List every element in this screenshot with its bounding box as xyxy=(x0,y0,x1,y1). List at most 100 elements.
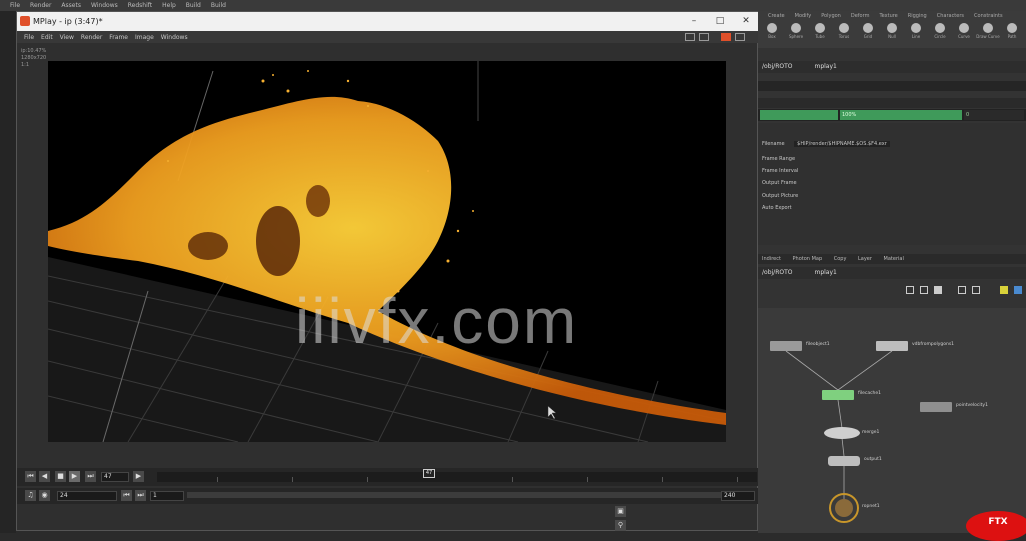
range-end-field[interactable]: 240 xyxy=(721,491,755,501)
shelf-tab[interactable]: Polygon xyxy=(821,13,841,20)
parm-row[interactable]: Frame Range xyxy=(762,156,795,162)
host-menu-item[interactable]: Assets xyxy=(61,2,81,9)
houdini-right-panel: Create Modify Polygon Deform Texture Rig… xyxy=(758,11,1026,533)
parm-row[interactable]: Output Frame xyxy=(762,180,797,186)
network-bar-item[interactable]: Material xyxy=(884,256,904,262)
timeline-bar: ⏮ ◀ ■ ▶ ⏭ 47 ▶ 47 xyxy=(17,468,759,486)
menu-view[interactable]: View xyxy=(60,34,74,41)
tool-icon[interactable] xyxy=(934,286,942,294)
host-menu-item[interactable]: Render xyxy=(30,2,51,9)
jump-end-icon[interactable]: ⏭ xyxy=(85,471,96,482)
range-slider[interactable] xyxy=(187,492,721,498)
node-selected[interactable] xyxy=(822,390,854,400)
shelf-tab[interactable]: Characters xyxy=(937,13,964,20)
realtime-icon[interactable]: ◉ xyxy=(39,490,50,501)
node[interactable] xyxy=(824,427,860,439)
shelf-tab[interactable]: Rigging xyxy=(908,13,927,20)
menu-file[interactable]: File xyxy=(24,34,34,41)
step-field-icon[interactable]: ▶ xyxy=(133,471,144,482)
fps-field[interactable]: 24 xyxy=(57,491,117,501)
menu-render[interactable]: Render xyxy=(81,34,102,41)
host-menubar: File Render Assets Windows Redshift Help… xyxy=(0,0,1026,11)
node-label: pointvelocity1 xyxy=(956,403,988,408)
shelf-tool-circle[interactable]: Circle xyxy=(928,23,952,39)
shelf-tool-path[interactable]: Path xyxy=(1000,23,1024,39)
shelf-tab[interactable]: Create xyxy=(768,13,785,20)
node[interactable] xyxy=(876,341,908,351)
menu-windows[interactable]: Windows xyxy=(161,34,188,41)
curve-icon xyxy=(959,23,969,33)
node[interactable] xyxy=(828,456,860,466)
node[interactable] xyxy=(920,402,952,412)
range-start-field[interactable]: 1 xyxy=(150,491,184,501)
filename-field[interactable]: $HIP/render/$HIPNAME.$OS.$F4.exr xyxy=(794,141,890,147)
fit-view-icon[interactable] xyxy=(685,33,695,41)
shelf-tool-tube[interactable]: Tube xyxy=(808,23,832,39)
play-icon[interactable]: ▶ xyxy=(69,471,80,482)
host-menu-item[interactable]: Redshift xyxy=(128,2,152,9)
parm-row[interactable]: Auto Export xyxy=(762,205,792,211)
menu-image[interactable]: Image xyxy=(135,34,154,41)
menu-edit[interactable]: Edit xyxy=(41,34,53,41)
lock-icon[interactable]: ▣ xyxy=(615,506,626,517)
parm-path-bar[interactable]: /obj/ROTO mplay1 xyxy=(758,61,1026,73)
tool-icon[interactable] xyxy=(958,286,966,294)
maximize-icon[interactable]: □ xyxy=(713,15,727,28)
menu-frame[interactable]: Frame xyxy=(109,34,128,41)
host-menu-item[interactable]: Build xyxy=(186,2,201,9)
watermark: iiivfx.com xyxy=(295,285,579,357)
host-menu-item[interactable]: Help xyxy=(162,2,176,9)
shelf-tool-box[interactable]: Box xyxy=(760,23,784,39)
shelf-tab[interactable]: Texture xyxy=(879,13,897,20)
node-label: filecache1 xyxy=(858,391,882,396)
parm-row[interactable]: Output Picture xyxy=(762,193,798,199)
shelf-tool-null[interactable]: Null xyxy=(880,23,904,39)
tool-icon[interactable] xyxy=(906,286,914,294)
stop-icon[interactable]: ■ xyxy=(55,471,66,482)
shelf-tool-draw-curve[interactable]: Draw Curve xyxy=(976,23,1000,39)
range-next-icon[interactable]: ⏭ xyxy=(135,490,146,501)
jump-start-icon[interactable]: ⏮ xyxy=(25,471,36,482)
ftx-logo: FTX xyxy=(966,511,1026,541)
range-prev-icon[interactable]: ⏮ xyxy=(121,490,132,501)
shelf-tab[interactable]: Modify xyxy=(795,13,812,20)
close-icon[interactable]: ✕ xyxy=(739,15,753,28)
parm-row[interactable]: Frame Interval xyxy=(762,168,798,174)
shelf-tool-sphere[interactable]: Sphere xyxy=(784,23,808,39)
network-bar-item[interactable]: Indirect xyxy=(762,256,781,262)
network-bar-item[interactable]: Layer xyxy=(858,256,872,262)
timeline-track[interactable] xyxy=(157,472,757,482)
step-back-icon[interactable]: ◀ xyxy=(39,471,50,482)
network-editor[interactable]: fileobject1 vdbfrompolygons1 filecache1 … xyxy=(758,308,1026,533)
tool-icon[interactable] xyxy=(1014,286,1022,294)
shelf-tool-curve[interactable]: Curve xyxy=(952,23,976,39)
settings-icon[interactable] xyxy=(735,33,745,41)
node[interactable] xyxy=(770,341,802,351)
render-stop-icon[interactable] xyxy=(721,33,731,41)
tool-icon[interactable] xyxy=(972,286,980,294)
host-menu-item[interactable]: File xyxy=(10,2,20,9)
network-bar-item[interactable]: Photon Map xyxy=(793,256,823,262)
parm-list: Filename $HIP/render/$HIPNAME.$OS.$F4.ex… xyxy=(758,123,1026,245)
render-viewport[interactable] xyxy=(48,61,726,442)
shelf-tab[interactable]: Constraints xyxy=(974,13,1003,20)
shelf-tool-line[interactable]: Line xyxy=(904,23,928,39)
mplay-titlebar[interactable]: MPlay - ip (3:47)* – □ ✕ xyxy=(17,12,759,31)
minimize-icon[interactable]: – xyxy=(687,15,701,28)
shelf-tool-torus[interactable]: Torus xyxy=(832,23,856,39)
network-bar-item[interactable]: Copy xyxy=(834,256,847,262)
shelf-tool-grid[interactable]: Grid xyxy=(856,23,880,39)
tool-icon[interactable] xyxy=(1000,286,1008,294)
audio-icon[interactable]: ♫ xyxy=(25,490,36,501)
timeline-cursor[interactable]: 47 xyxy=(423,469,435,478)
grid-icon xyxy=(863,23,873,33)
network-path-bar[interactable]: /obj/ROTO mplay1 xyxy=(758,267,1026,279)
filename-row[interactable]: Filename $HIP/render/$HIPNAME.$OS.$F4.ex… xyxy=(762,141,890,147)
host-menu-item[interactable]: Windows xyxy=(91,2,118,9)
tool-icon[interactable] xyxy=(920,286,928,294)
host-menu-item[interactable]: Build xyxy=(211,2,226,9)
snapshot-icon[interactable] xyxy=(699,33,709,41)
zoom-icon[interactable]: ⚲ xyxy=(615,520,626,531)
current-frame-field[interactable]: 47 xyxy=(101,472,129,482)
shelf-tab[interactable]: Deform xyxy=(851,13,870,20)
